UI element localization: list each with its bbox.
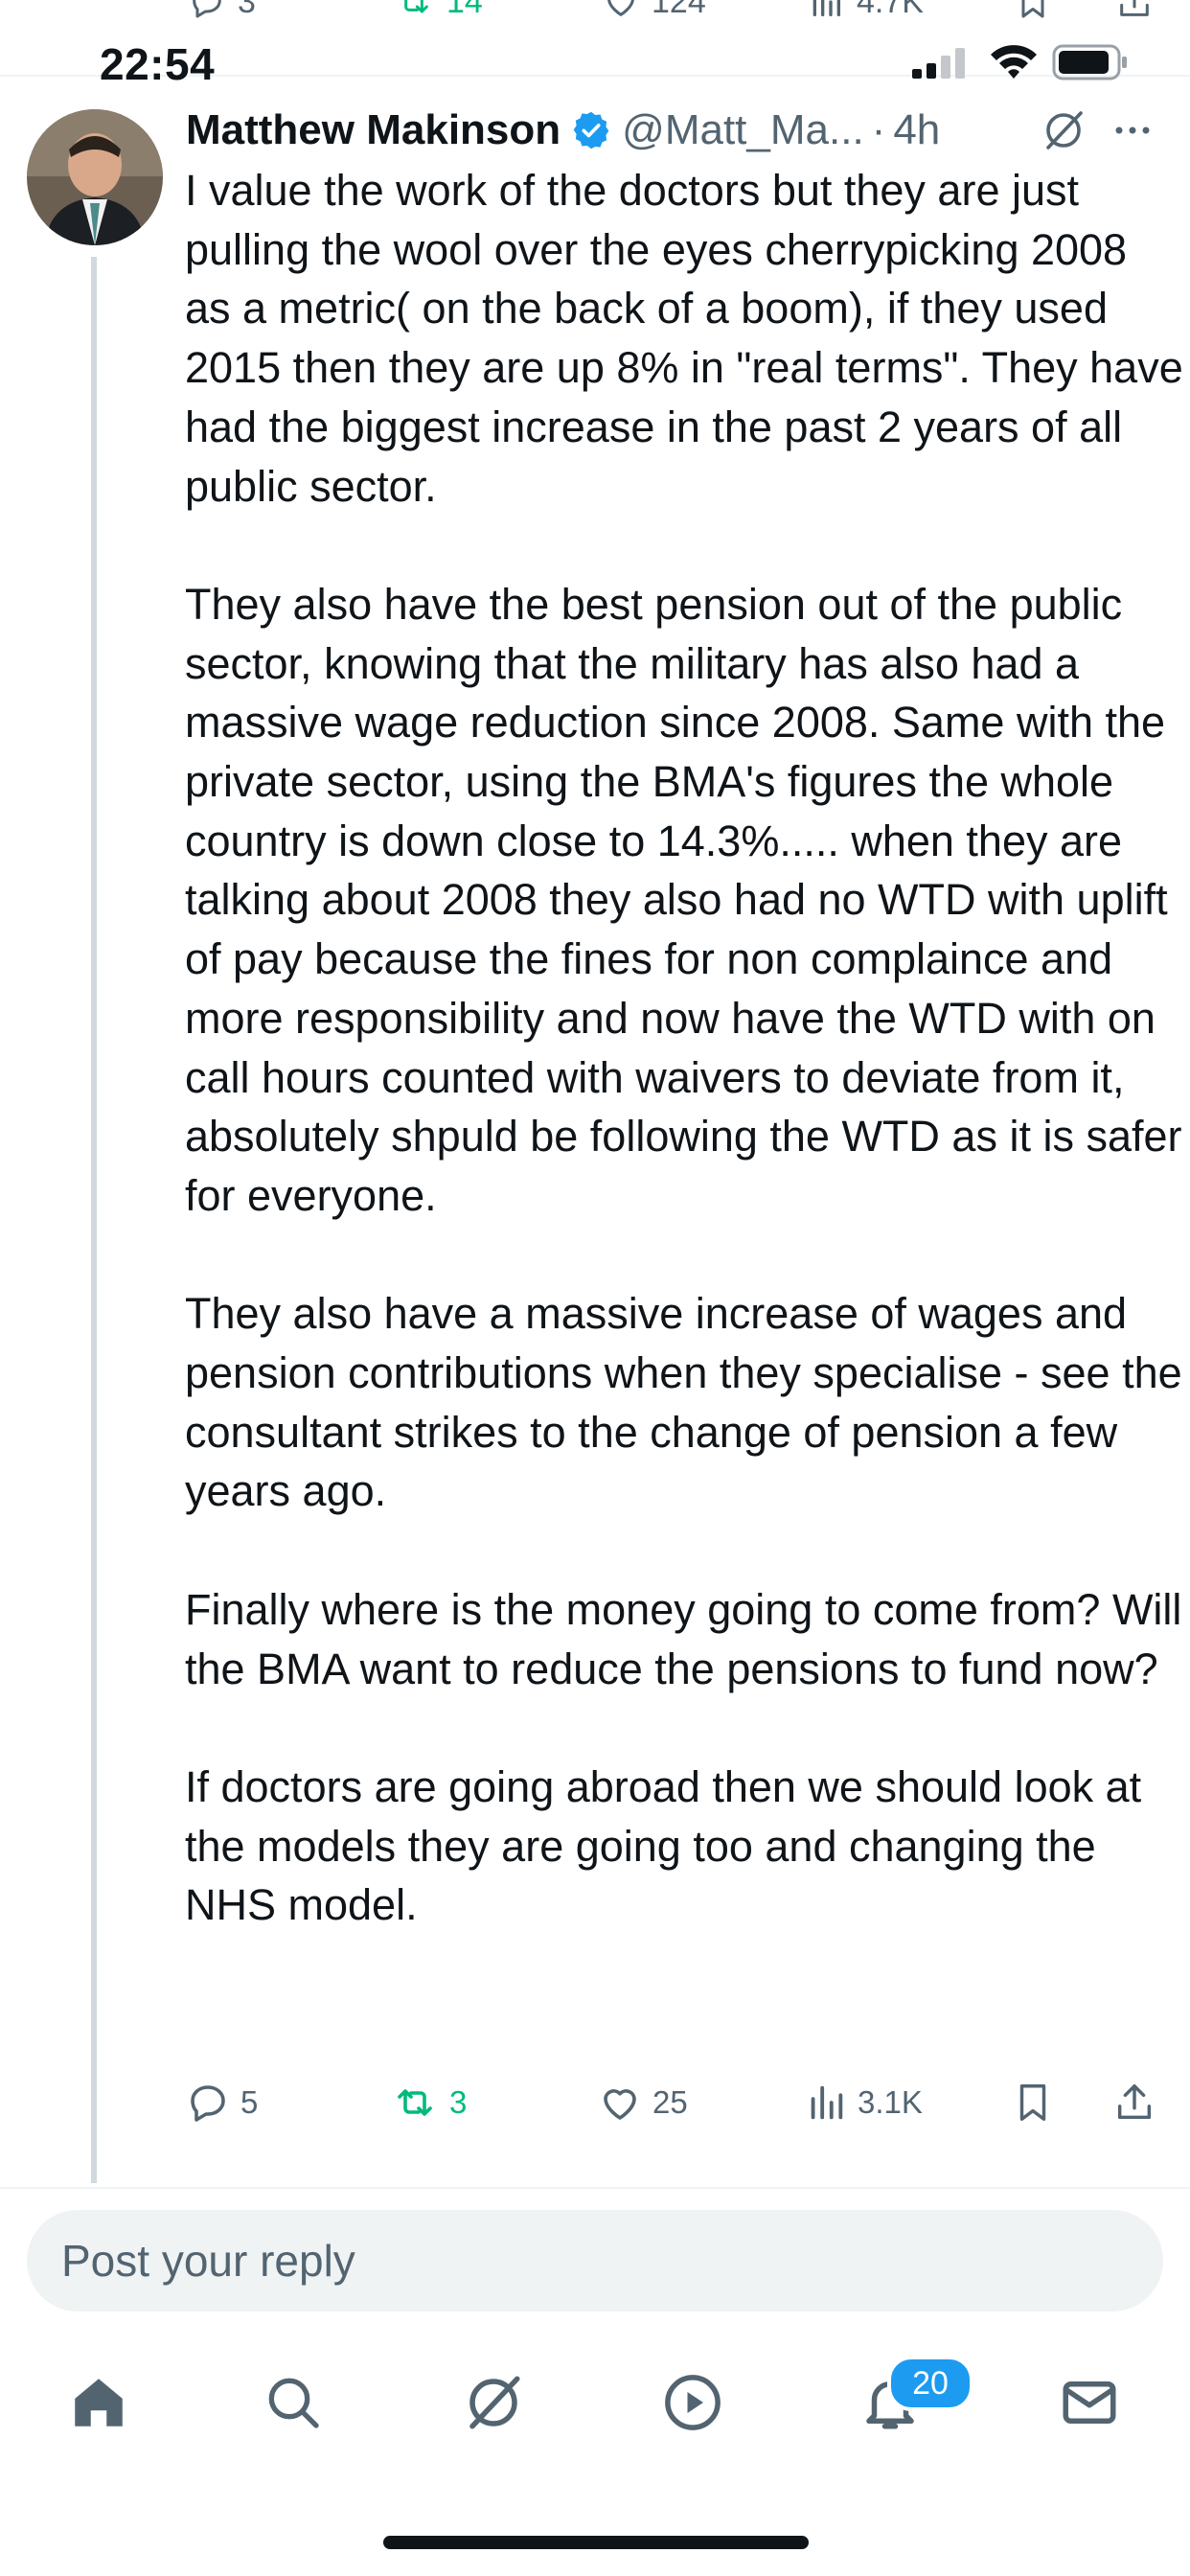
- tweet-body: I value the work of the doctors but they…: [185, 166, 1183, 1930]
- repost-button[interactable]: 3: [390, 2074, 467, 2131]
- divider: [0, 2187, 1190, 2189]
- share-icon: [1117, 2084, 1152, 2120]
- like-button[interactable]: 25: [597, 2074, 688, 2131]
- author-handle[interactable]: @Matt_Ma...: [622, 106, 864, 154]
- repost-count: 3: [449, 2084, 468, 2120]
- prev-reply-count: 3: [238, 0, 256, 20]
- home-indicator: [383, 2536, 809, 2549]
- share-icon: [1120, 0, 1149, 16]
- prev-views-count: 4.7K: [857, 0, 924, 20]
- tweet-actions: 5 3 25 3.1K: [185, 2074, 1181, 2131]
- status-time: 22:54: [100, 39, 216, 89]
- battery-icon: [1052, 44, 1127, 80]
- messages-mail-icon[interactable]: [1058, 2371, 1121, 2434]
- tweet-header: Matthew Makinson @Matt_Ma... · 4h: [186, 100, 940, 161]
- repost-icon: [404, 0, 428, 13]
- bookmark-icon: [1021, 0, 1044, 18]
- grok-nav-icon[interactable]: [462, 2371, 525, 2434]
- repost-icon: [398, 2089, 432, 2116]
- prev-bookmark-button[interactable]: [1014, 0, 1052, 21]
- like-count: 25: [652, 2084, 688, 2120]
- prev-share-button[interactable]: [1115, 0, 1154, 21]
- author-name[interactable]: Matthew Makinson: [186, 106, 561, 154]
- reply-button[interactable]: 5: [185, 2074, 258, 2131]
- reply-icon: [191, 2085, 225, 2122]
- more-options-icon[interactable]: [1111, 113, 1154, 148]
- header-separator: ·: [871, 106, 886, 153]
- cellular-signal-icon: [912, 48, 965, 79]
- wifi-icon: [991, 45, 1037, 79]
- heart-icon: [604, 2089, 636, 2120]
- notifications-badge: 20: [887, 2356, 973, 2411]
- reply-input[interactable]: Post your reply: [27, 2210, 1163, 2312]
- reply-count: 5: [240, 2084, 259, 2120]
- reply-placeholder: Post your reply: [61, 2236, 355, 2286]
- prev-repost-count: 14: [446, 0, 483, 20]
- grok-icon[interactable]: [1041, 107, 1087, 153]
- heart-icon: [607, 0, 634, 16]
- views-button[interactable]: 3.1K: [804, 2074, 923, 2131]
- post-time[interactable]: 4h: [893, 106, 940, 154]
- prev-repost-button[interactable]: 14: [393, 0, 483, 21]
- views-icon: [811, 2085, 843, 2120]
- prev-reply-button[interactable]: 3: [188, 0, 256, 21]
- home-icon[interactable]: [67, 2371, 130, 2434]
- reply-icon: [193, 0, 221, 18]
- prev-views-button[interactable]: 4.7K: [807, 0, 924, 21]
- views-count: 3.1K: [858, 2084, 923, 2120]
- video-play-icon[interactable]: [661, 2371, 724, 2434]
- share-button[interactable]: [1112, 2074, 1156, 2131]
- thread-line: [91, 257, 97, 2183]
- views-icon: [812, 0, 840, 16]
- bookmark-icon: [1019, 2084, 1046, 2121]
- search-icon[interactable]: [263, 2371, 324, 2434]
- avatar[interactable]: [27, 109, 163, 245]
- verified-badge-icon: [573, 111, 609, 150]
- bookmark-button[interactable]: [1011, 2074, 1055, 2131]
- prev-like-count: 124: [652, 0, 706, 20]
- prev-like-button[interactable]: 124: [602, 0, 706, 21]
- profile-photo: [27, 109, 163, 245]
